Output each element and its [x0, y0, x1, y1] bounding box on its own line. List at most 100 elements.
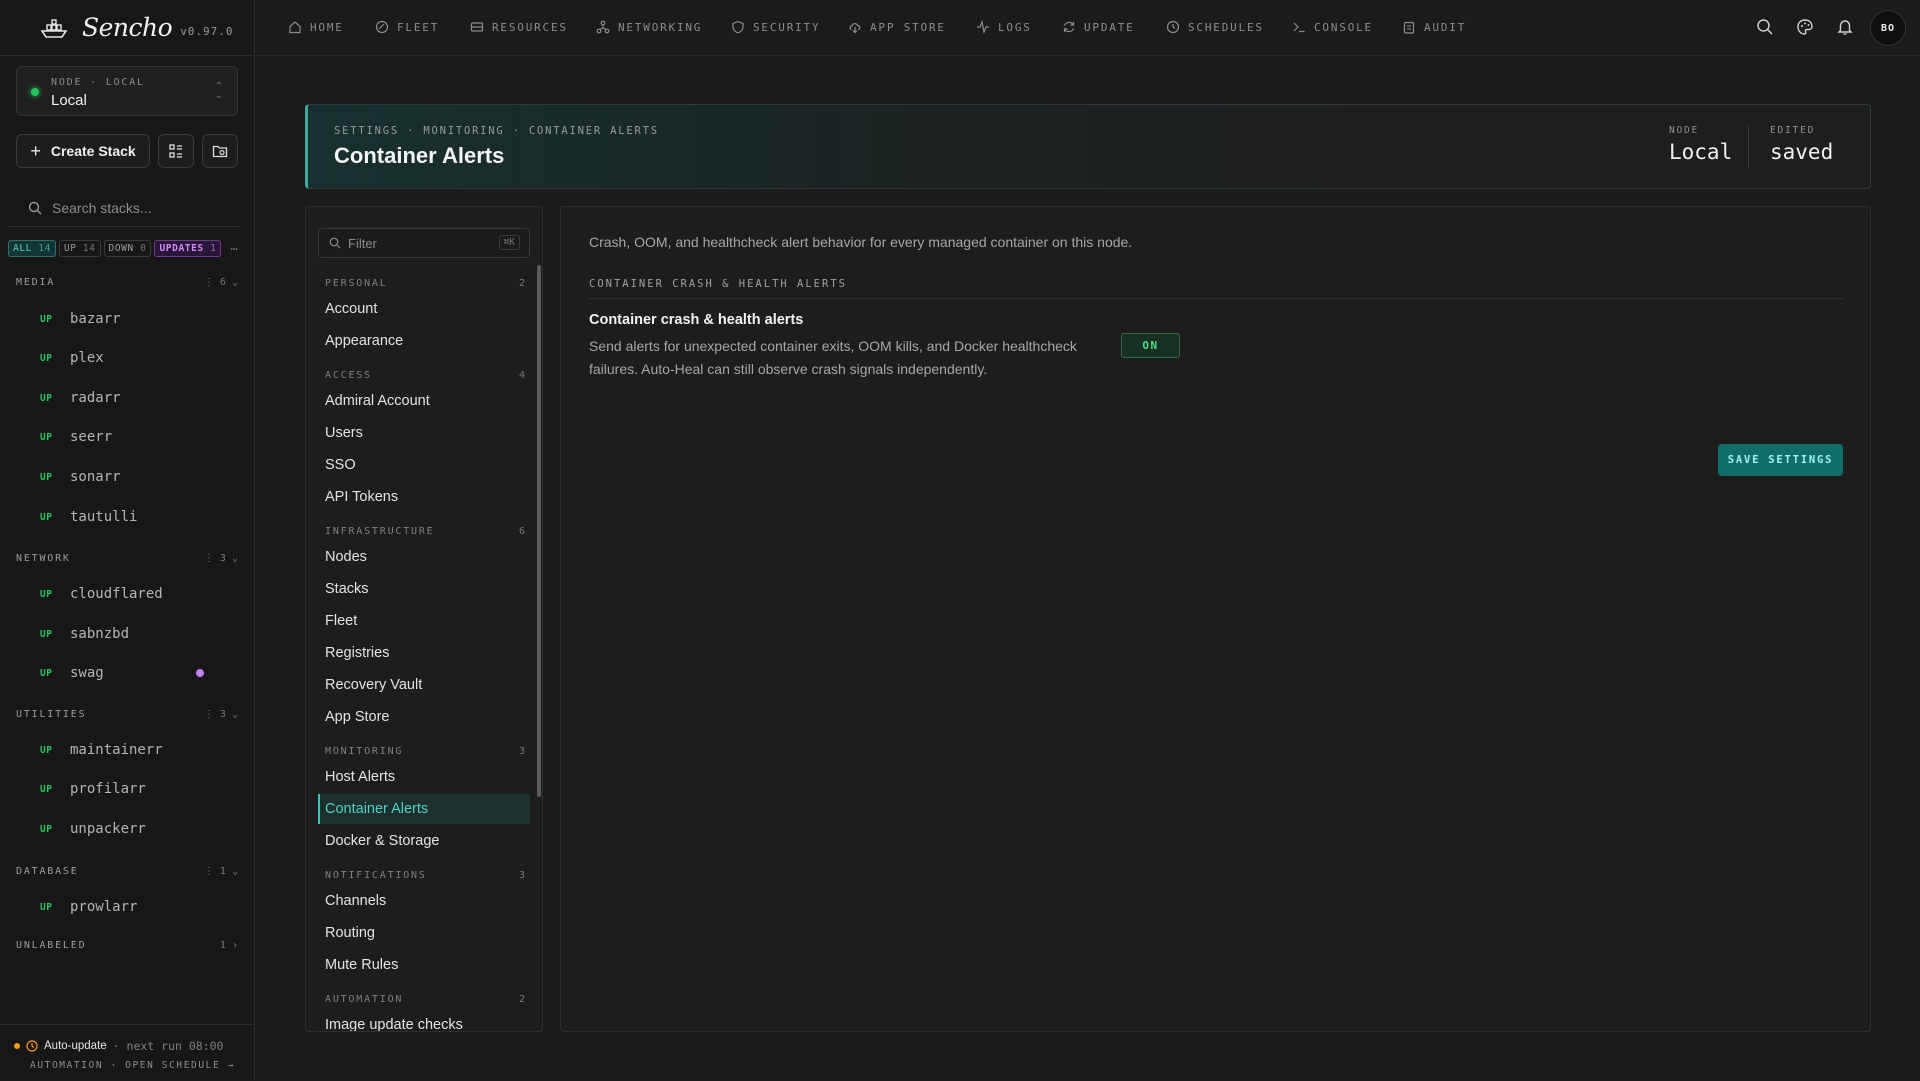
- update-available-dot: [196, 669, 204, 677]
- nav-app-store[interactable]: APP STORE: [848, 20, 946, 34]
- page-title: Container Alerts: [334, 143, 505, 168]
- group-network-header[interactable]: NETWORK ⋮ 3 ⌄: [16, 553, 238, 564]
- brand-name: Sencho: [82, 13, 173, 42]
- section-infrastructure: INFRASTRUCTURE 6: [325, 526, 525, 537]
- auto-update-next: · next run 08:00: [112, 1039, 224, 1053]
- section-notifications: NOTIFICATIONS 3: [325, 870, 525, 881]
- search-icon[interactable]: [1756, 18, 1774, 36]
- stack-item[interactable]: UP bazarr: [40, 311, 121, 327]
- group-media-header[interactable]: MEDIA ⋮ 6 ⌄: [16, 277, 238, 288]
- breadcrumb: SETTINGS · MONITORING · CONTAINER ALERTS: [334, 125, 659, 137]
- resources-icon: [470, 22, 484, 32]
- stack-item[interactable]: UP plex: [40, 350, 104, 366]
- nav-console[interactable]: CONSOLE: [1292, 20, 1373, 34]
- group-utilities-header[interactable]: UTILITIES ⋮ 3 ⌄: [16, 709, 238, 720]
- nav-logs[interactable]: LOGS: [976, 20, 1032, 34]
- stack-item[interactable]: UP swag: [40, 665, 104, 681]
- stack-item[interactable]: UP maintainerr: [40, 742, 163, 758]
- networking-icon: [596, 20, 610, 34]
- settings-link-routing[interactable]: Routing: [325, 925, 375, 941]
- import-folder-button[interactable]: [202, 134, 238, 168]
- nav-home[interactable]: HOME: [288, 20, 344, 34]
- sidebar: Sencho v0.97.0 NODE · LOCAL Local ⌃ ⌄ + C…: [0, 0, 255, 1080]
- templates-button[interactable]: [158, 134, 194, 168]
- settings-link-app-store[interactable]: App Store: [325, 709, 390, 725]
- filter-updates[interactable]: UPDATES 1: [154, 240, 222, 257]
- settings-link-admiral-account[interactable]: Admiral Account: [325, 393, 430, 409]
- settings-link-host-alerts[interactable]: Host Alerts: [325, 769, 395, 785]
- stack-item[interactable]: UP prowlarr: [40, 899, 137, 915]
- section-automation: AUTOMATION 2: [325, 994, 525, 1005]
- home-icon: [289, 21, 301, 34]
- settings-link-recovery-vault[interactable]: Recovery Vault: [325, 677, 422, 693]
- clipboard-icon: [1403, 21, 1415, 34]
- refresh-icon: [1063, 21, 1075, 33]
- stack-item[interactable]: UP unpackerr: [40, 821, 146, 837]
- stack-item[interactable]: UP radarr: [40, 390, 121, 406]
- settings-link-container-alerts[interactable]: Container Alerts: [325, 801, 428, 817]
- settings-nav-scrollbar[interactable]: [537, 265, 541, 797]
- settings-link-mute-rules[interactable]: Mute Rules: [325, 957, 398, 973]
- list-grid-icon: [169, 144, 182, 158]
- nav-audit[interactable]: AUDIT: [1402, 20, 1466, 34]
- settings-link-sso[interactable]: SSO: [325, 457, 356, 473]
- settings-link-image-update-checks[interactable]: Image update checks: [325, 1017, 463, 1031]
- settings-link-nodes[interactable]: Nodes: [325, 549, 367, 565]
- nav-update[interactable]: UPDATE: [1062, 20, 1135, 34]
- filter-down[interactable]: DOWN 0: [103, 240, 152, 257]
- section-monitoring: MONITORING 3: [325, 746, 525, 757]
- settings-link-api-tokens[interactable]: API Tokens: [325, 489, 398, 505]
- settings-link-users[interactable]: Users: [325, 425, 363, 441]
- stack-item[interactable]: UP seerr: [40, 429, 112, 445]
- cloud-download-icon: [849, 23, 861, 34]
- settings-link-account[interactable]: Account: [325, 301, 377, 317]
- create-stack-label: Create Stack: [50, 143, 136, 159]
- settings-link-docker-storage[interactable]: Docker & Storage: [325, 833, 439, 849]
- group-database-header[interactable]: DATABASE ⋮ 1 ⌄: [16, 866, 238, 877]
- user-avatar[interactable]: BO: [1870, 10, 1906, 46]
- stack-item[interactable]: UP tautulli: [40, 509, 137, 525]
- auto-update-label: Auto-update: [44, 1040, 107, 1052]
- filter-all[interactable]: ALL 14: [8, 240, 56, 257]
- save-settings-button[interactable]: SAVE SETTINGS: [1718, 444, 1843, 476]
- settings-filter-input[interactable]: Filter ⌘K: [318, 228, 530, 258]
- settings-navigation: Filter ⌘K PERSONAL 2 Account Appearance A…: [305, 206, 543, 1032]
- top-navigation: HOME FLEET RESOURCES NETWORKING SECURITY…: [256, 0, 1920, 56]
- settings-link-appearance[interactable]: Appearance: [325, 333, 403, 349]
- nav-networking[interactable]: NETWORKING: [596, 20, 702, 34]
- palette-icon[interactable]: [1796, 18, 1814, 36]
- auto-update-bar[interactable]: Auto-update · next run 08:00 AUTOMATION …: [0, 1024, 255, 1081]
- group-unlabeled-header[interactable]: UNLABELED 1 ›: [16, 940, 238, 951]
- stack-search-placeholder: Search stacks...: [52, 200, 152, 216]
- section-personal: PERSONAL 2: [325, 278, 525, 289]
- settings-link-fleet[interactable]: Fleet: [325, 613, 357, 629]
- filter-up[interactable]: UP 14: [58, 240, 101, 257]
- plus-icon: +: [30, 140, 41, 161]
- nav-security[interactable]: SECURITY: [731, 20, 820, 34]
- stack-item[interactable]: UP profilarr: [40, 781, 146, 797]
- search-icon: [329, 237, 341, 249]
- header-node: NODE Local: [1669, 125, 1733, 164]
- page-header: SETTINGS · MONITORING · CONTAINER ALERTS…: [305, 104, 1871, 189]
- shield-icon: [732, 20, 744, 34]
- nav-schedules[interactable]: SCHEDULES: [1166, 20, 1264, 34]
- create-stack-button[interactable]: + Create Stack: [16, 134, 150, 168]
- settings-link-channels[interactable]: Channels: [325, 893, 386, 909]
- bell-icon[interactable]: [1836, 18, 1854, 36]
- stack-item[interactable]: UP cloudflared: [40, 586, 163, 602]
- ship-logo-icon: [40, 18, 68, 38]
- brand-version: v0.97.0: [180, 25, 234, 38]
- crash-alerts-toggle[interactable]: ON: [1121, 333, 1180, 358]
- more-filters-icon[interactable]: ⋯: [230, 242, 237, 256]
- stack-item[interactable]: UP sonarr: [40, 469, 121, 485]
- settings-link-registries[interactable]: Registries: [325, 645, 389, 661]
- node-selector[interactable]: NODE · LOCAL Local ⌃ ⌄: [16, 66, 238, 116]
- settings-link-stacks[interactable]: Stacks: [325, 581, 369, 597]
- brand[interactable]: Sencho v0.97.0: [0, 0, 254, 56]
- stack-search[interactable]: Search stacks...: [28, 200, 152, 216]
- auto-update-link[interactable]: AUTOMATION · OPEN SCHEDULE →: [30, 1060, 235, 1071]
- shortcut-hint: ⌘K: [498, 235, 520, 250]
- nav-fleet[interactable]: FLEET: [375, 20, 439, 34]
- nav-resources[interactable]: RESOURCES: [470, 20, 568, 34]
- stack-item[interactable]: UP sabnzbd: [40, 626, 129, 642]
